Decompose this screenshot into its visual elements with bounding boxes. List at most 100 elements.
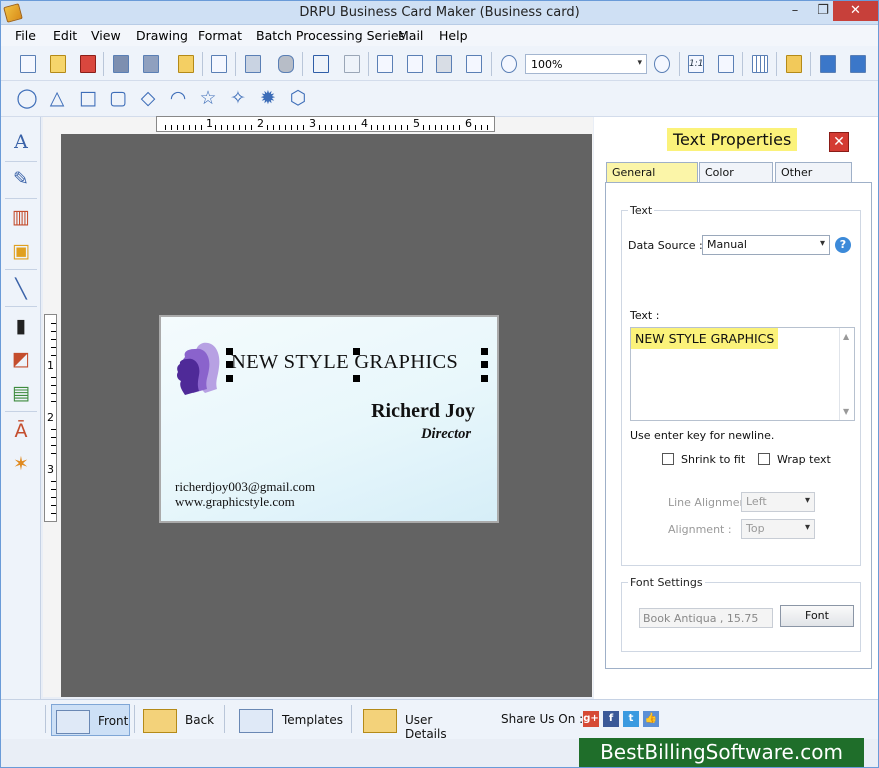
menu-mail[interactable]: Mail xyxy=(398,28,423,43)
print-icon[interactable] xyxy=(242,53,264,75)
resize-handle[interactable] xyxy=(226,348,233,355)
barcode-tool-icon[interactable]: ▮ xyxy=(9,314,33,338)
word-art-tool-icon[interactable]: Ā xyxy=(9,419,33,443)
resize-handle[interactable] xyxy=(481,375,488,382)
close-button[interactable]: ✕ xyxy=(833,1,878,21)
card-title-text[interactable]: Director xyxy=(421,426,471,443)
business-card[interactable]: NEW STYLE GRAPHICS Richerd Joy Director … xyxy=(159,315,499,523)
burst-icon[interactable]: ✹ xyxy=(257,87,279,109)
mail-icon[interactable] xyxy=(783,53,805,75)
front-button[interactable]: Front xyxy=(51,704,130,736)
shrink-to-fit-checkbox[interactable] xyxy=(662,453,674,465)
tab-other-settings[interactable]: Other Settings xyxy=(775,162,852,198)
ellipse-icon[interactable]: ◯ xyxy=(16,87,38,109)
paste-icon[interactable] xyxy=(433,53,455,75)
selection-box[interactable] xyxy=(226,348,488,382)
redo-icon[interactable] xyxy=(341,53,363,75)
line-tool-icon[interactable]: ╲ xyxy=(9,277,33,301)
resize-handle[interactable] xyxy=(353,375,360,382)
scroll-down-icon: ▼ xyxy=(843,407,850,416)
facebook-icon[interactable]: f xyxy=(603,711,619,727)
zoom-out-icon[interactable] xyxy=(651,53,673,75)
rounded-rectangle-icon[interactable]: ▢ xyxy=(107,87,129,109)
back-button[interactable]: Back xyxy=(139,704,219,736)
actual-size-icon[interactable]: 1:1 xyxy=(685,53,707,75)
watermark-tool-icon[interactable]: ◩ xyxy=(9,347,33,371)
triangle-icon[interactable]: △ xyxy=(46,87,68,109)
copy-icon[interactable] xyxy=(374,53,396,75)
pencil-tool-icon[interactable]: ✎ xyxy=(9,167,33,191)
like-icon[interactable]: 👍 xyxy=(643,711,659,727)
menu-drawing[interactable]: Drawing xyxy=(136,28,188,43)
save-as-icon[interactable] xyxy=(140,53,162,75)
menu-format[interactable]: Format xyxy=(198,28,242,43)
properties-icon[interactable] xyxy=(208,53,230,75)
text-tool-icon[interactable]: A xyxy=(9,130,33,154)
grid-icon[interactable] xyxy=(749,53,771,75)
close-file-icon[interactable] xyxy=(77,53,99,75)
alignment-select[interactable]: Top ▾ xyxy=(741,519,815,539)
templates-button[interactable]: Templates xyxy=(235,704,345,736)
shrink-to-fit-label: Shrink to fit xyxy=(681,453,746,466)
menu-view[interactable]: View xyxy=(91,28,121,43)
panel-title: Text Properties xyxy=(667,128,798,151)
font-button[interactable]: Font xyxy=(780,605,854,627)
text-input[interactable]: NEW STYLE GRAPHICS ▲ ▼ xyxy=(630,327,855,421)
resize-handle[interactable] xyxy=(481,361,488,368)
save-icon[interactable] xyxy=(110,53,132,75)
resize-handle[interactable] xyxy=(353,348,360,355)
diamond-icon[interactable]: ◇ xyxy=(137,87,159,109)
resize-handle[interactable] xyxy=(481,348,488,355)
star-icon[interactable]: ☆ xyxy=(197,87,219,109)
twitter-icon[interactable]: t xyxy=(623,711,639,727)
resize-handle[interactable] xyxy=(226,361,233,368)
faces-logo-icon[interactable] xyxy=(175,337,223,397)
bring-front-icon[interactable] xyxy=(817,53,839,75)
menu-help[interactable]: Help xyxy=(439,28,468,43)
help-icon[interactable]: ? xyxy=(835,237,851,253)
menu-edit[interactable]: Edit xyxy=(53,28,77,43)
wrap-text-label: Wrap text xyxy=(777,453,831,466)
user-details-button[interactable]: User Details xyxy=(359,704,471,741)
signature-tool-icon[interactable]: ✶ xyxy=(9,452,33,476)
library-tool-icon[interactable]: ▥ xyxy=(9,205,33,229)
card-website-text[interactable]: www.graphicstyle.com xyxy=(175,494,295,510)
fit-to-window-icon[interactable] xyxy=(715,53,737,75)
font-display: Book Antiqua , 15.75 xyxy=(639,608,773,628)
wrap-text-checkbox[interactable] xyxy=(758,453,770,465)
front-card-icon xyxy=(56,710,90,734)
seal-icon[interactable]: ⬡ xyxy=(287,87,309,109)
zoom-select[interactable]: 100% ▾ xyxy=(525,54,647,74)
star-4-icon[interactable]: ✧ xyxy=(227,87,249,109)
tab-color-settings[interactable]: Color Settings xyxy=(699,162,773,198)
new-icon[interactable] xyxy=(17,53,39,75)
google-plus-icon[interactable]: g+ xyxy=(583,711,599,727)
user-details-icon xyxy=(363,709,397,733)
data-source-select[interactable]: Manual ▾ xyxy=(702,235,830,255)
export-icon[interactable] xyxy=(175,53,197,75)
open-icon[interactable] xyxy=(47,53,69,75)
send-back-icon[interactable] xyxy=(847,53,869,75)
database-icon[interactable] xyxy=(275,53,297,75)
textarea-scrollbar[interactable]: ▲ ▼ xyxy=(839,328,854,420)
zoom-in-icon[interactable] xyxy=(498,53,520,75)
picture-tool-icon[interactable]: ▤ xyxy=(9,381,33,405)
horizontal-ruler: 1 2 3 4 5 6 xyxy=(156,116,495,132)
card-name-text[interactable]: Richerd Joy xyxy=(371,400,475,423)
alignment-label: Alignment : xyxy=(668,523,732,536)
arc-icon[interactable]: ◠ xyxy=(167,87,189,109)
resize-handle[interactable] xyxy=(226,375,233,382)
panel-close-button[interactable]: ✕ xyxy=(829,132,849,152)
line-alignment-select[interactable]: Left ▾ xyxy=(741,492,815,512)
rectangle-icon[interactable]: □ xyxy=(77,87,99,109)
cut-icon[interactable] xyxy=(404,53,426,75)
image-tool-icon[interactable]: ▣ xyxy=(9,239,33,263)
tab-general-settings[interactable]: General Settings xyxy=(606,162,698,198)
delete-icon[interactable] xyxy=(463,53,485,75)
minimize-button[interactable]: – xyxy=(781,1,809,21)
newline-hint: Use enter key for newline. xyxy=(630,429,775,442)
card-email-text[interactable]: richerdjoy003@gmail.com xyxy=(175,479,315,495)
menu-file[interactable]: File xyxy=(15,28,36,43)
undo-icon[interactable] xyxy=(310,53,332,75)
menu-batch-processing[interactable]: Batch Processing Series xyxy=(256,28,405,43)
